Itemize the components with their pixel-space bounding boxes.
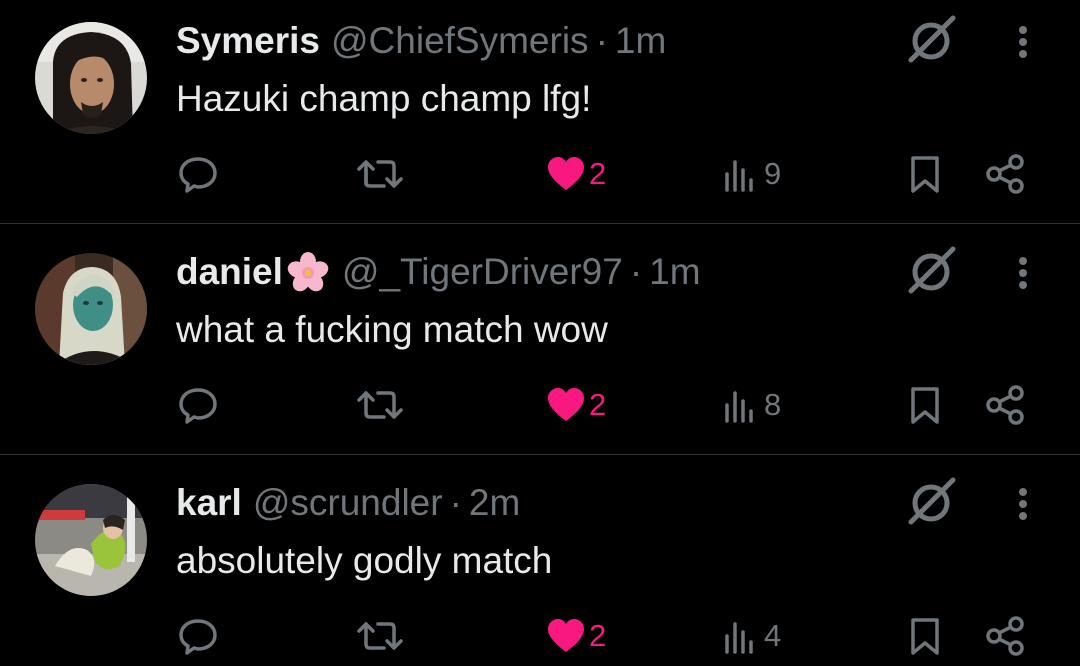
reply-button[interactable] — [176, 148, 220, 200]
tweet-divider — [0, 454, 1080, 455]
display-name[interactable]: karl — [176, 480, 242, 526]
like-count: 2 — [589, 618, 607, 653]
view-count: 8 — [764, 387, 782, 422]
share-icon — [986, 616, 1024, 656]
display-name[interactable]: Symeris — [176, 18, 320, 64]
like-button[interactable]: 2 — [545, 610, 606, 662]
bookmark-icon — [911, 387, 939, 424]
retweet-button[interactable] — [356, 610, 406, 662]
more-vertical-icon[interactable] — [1009, 22, 1037, 62]
bookmark-button[interactable] — [905, 148, 945, 200]
cherry-blossom-icon — [287, 252, 329, 292]
retweet-button[interactable] — [356, 379, 406, 431]
like-count: 2 — [589, 387, 607, 422]
share-button[interactable] — [983, 148, 1027, 200]
reply-feed: Symeris @ChiefSymeris · 1m Hazuki champ … — [0, 0, 1080, 666]
reply-button[interactable] — [176, 610, 220, 662]
retweet-icon — [357, 391, 403, 419]
tweet-text: what a fucking match wow — [176, 309, 608, 350]
reply-button[interactable] — [176, 379, 220, 431]
like-count: 2 — [589, 156, 607, 191]
retweet-button[interactable] — [356, 148, 406, 200]
views-chart-icon — [725, 622, 753, 654]
views-chart-icon — [725, 160, 753, 192]
tweet-divider — [0, 223, 1080, 224]
user-handle[interactable]: @_TigerDriver97 — [342, 249, 623, 295]
bookmark-button[interactable] — [905, 610, 945, 662]
tweet-text: absolutely godly match — [176, 540, 553, 581]
views-button[interactable]: 4 — [720, 610, 781, 662]
tweet-header: daniel @_TigerDriver97 · 1m — [176, 249, 701, 295]
tweet-header: Symeris @ChiefSymeris · 1m — [176, 18, 666, 64]
heart-filled-icon — [548, 388, 584, 421]
action-bar: 2 4 — [0, 610, 1080, 662]
share-button[interactable] — [983, 610, 1027, 662]
timestamp[interactable]: 2m — [469, 480, 520, 526]
avatar[interactable] — [35, 253, 147, 365]
retweet-icon — [357, 160, 403, 188]
user-handle[interactable]: @scrundler — [253, 480, 443, 526]
tweet[interactable]: daniel @_TigerDriver97 · 1m what a fucki… — [0, 231, 1080, 462]
timestamp[interactable]: 1m — [649, 249, 700, 295]
separator-dot: · — [449, 482, 462, 523]
share-icon — [986, 154, 1024, 194]
reply-icon — [179, 388, 217, 424]
grok-icon[interactable] — [905, 476, 957, 528]
views-button[interactable]: 9 — [720, 148, 781, 200]
bookmark-button[interactable] — [905, 379, 945, 431]
user-handle[interactable]: @ChiefSymeris — [331, 18, 589, 64]
view-count: 9 — [764, 156, 782, 191]
separator-dot: · — [629, 251, 643, 292]
bookmark-icon — [911, 618, 939, 655]
reply-icon — [179, 619, 217, 655]
like-button[interactable]: 2 — [545, 148, 606, 200]
bookmark-icon — [911, 156, 939, 193]
views-button[interactable]: 8 — [720, 379, 781, 431]
grok-icon[interactable] — [905, 14, 957, 66]
heart-filled-icon — [548, 619, 584, 652]
like-button[interactable]: 2 — [545, 379, 606, 431]
views-chart-icon — [725, 391, 753, 423]
avatar[interactable] — [35, 22, 147, 134]
action-bar: 2 9 — [0, 148, 1080, 200]
timestamp[interactable]: 1m — [615, 18, 666, 64]
display-name[interactable]: daniel — [176, 249, 283, 295]
more-vertical-icon[interactable] — [1009, 253, 1037, 293]
tweet[interactable]: Symeris @ChiefSymeris · 1m Hazuki champ … — [0, 0, 1080, 231]
action-bar: 2 8 — [0, 379, 1080, 431]
heart-filled-icon — [548, 157, 584, 190]
tweet-header: karl @scrundler · 2m — [176, 480, 520, 526]
share-button[interactable] — [983, 379, 1027, 431]
tweet-text: Hazuki champ champ lfg! — [176, 78, 592, 119]
avatar[interactable] — [35, 484, 147, 596]
retweet-icon — [357, 622, 403, 650]
view-count: 4 — [764, 618, 782, 653]
tweet[interactable]: karl @scrundler · 2m absolutely godly ma… — [0, 462, 1080, 666]
more-vertical-icon[interactable] — [1009, 484, 1037, 524]
reply-icon — [179, 157, 217, 193]
grok-icon[interactable] — [905, 245, 957, 297]
share-icon — [986, 385, 1024, 425]
separator-dot: · — [595, 20, 608, 61]
